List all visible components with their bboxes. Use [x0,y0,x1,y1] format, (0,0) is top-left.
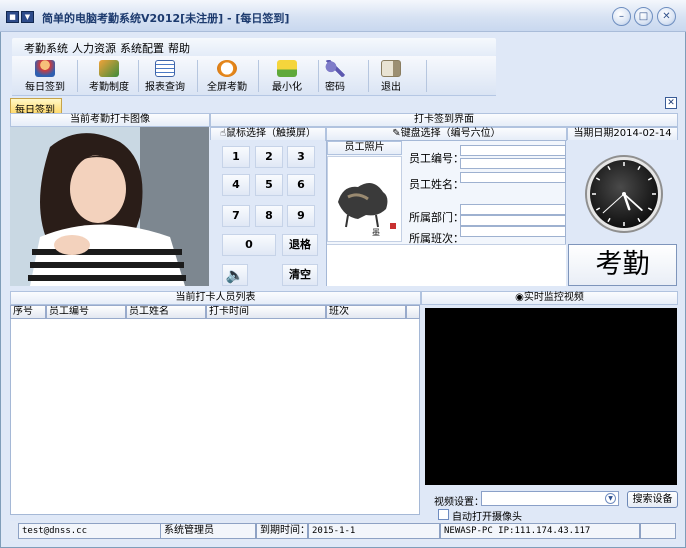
svg-text:墨: 墨 [372,228,380,237]
clock-icon [217,60,237,77]
video-setting-label: 视频设置： [434,497,484,508]
department-field-top [460,204,566,215]
key-4[interactable]: 4 [222,174,250,196]
employee-name-label: 员工姓名： [409,178,464,191]
key-7[interactable]: 7 [222,205,250,227]
toolbar-report-query-button[interactable]: 报表查询 [136,58,194,94]
col-shift[interactable]: 班次 [326,305,406,319]
live-video [425,308,677,485]
video-header: ◉实时监控视频 [421,291,678,305]
backspace-button[interactable]: 退格 [282,234,318,256]
toolbar-label: 退出 [381,82,401,93]
key-icon [325,60,345,77]
employee-photo-title: 员工照片 [327,141,402,155]
shift-field[interactable] [460,226,566,237]
attendance-button[interactable]: 考勤 [568,244,677,286]
user-checkin-icon [35,60,55,77]
maximize-button[interactable]: □ [634,7,653,26]
status-bar: test@dnss.cc 系统管理员 到期时间： 2015-1-1 NEWASP… [10,521,678,541]
analog-clock-icon [585,155,663,233]
close-button[interactable]: ✕ [657,7,676,26]
pencil-icon: ✎ [392,128,401,139]
keyboard-select-header: ✎键盘选择（编号六位） [326,127,567,141]
toolbar-attendance-rules-button[interactable]: 考勤制度 [80,58,138,94]
checkin-section-title: 打卡签到界面 [210,113,678,127]
checkin-list[interactable] [10,305,420,515]
key-6[interactable]: 6 [287,174,315,196]
current-date: 当期日期2014-02-14 [567,127,678,141]
photo-section-title: 当前考勤打卡图像 [10,113,210,127]
key-1[interactable]: 1 [222,146,250,168]
employee-id-field[interactable] [460,158,566,169]
title-bar: ■ ▼ 简单的电脑考勤系统V2012[未注册] - [每日签到] – □ ✕ [0,0,686,32]
minimize-down-icon [277,60,297,77]
toolbar-label: 全屏考勤 [207,82,247,93]
status-email: test@dnss.cc [18,523,168,539]
menu-system-config[interactable]: 系统配置 [120,40,164,56]
key-0[interactable]: 0 [222,234,276,256]
toolbar-label: 每日签到 [25,82,65,93]
key-5[interactable]: 5 [255,174,283,196]
clear-button[interactable]: 清空 [282,264,318,286]
employee-name-field[interactable] [460,172,566,183]
menu-help[interactable]: 帮助 [168,40,190,56]
video-device-select[interactable]: ▼ [481,491,619,506]
col-employee-name[interactable]: 员工姓名 [126,305,206,319]
rules-icon [99,60,119,77]
key-3[interactable]: 3 [287,146,315,168]
mouse-select-label: 鼠标选择（触摸屏） [226,128,317,139]
toolbar: 每日签到 考勤制度 报表查询 全屏考勤 最小化 密码 退出 [12,56,496,96]
toolbar-label: 报表查询 [145,82,185,93]
toolbar-label: 考勤制度 [89,82,129,93]
status-host: NEWASP-PC IP:111.174.43.117 [440,523,640,539]
list-title: 当前打卡人员列表 [10,291,421,305]
message-area [327,244,566,286]
exit-door-icon [381,60,401,77]
key-8[interactable]: 8 [255,205,283,227]
window-title: 简单的电脑考勤系统V2012[未注册] - [每日签到] [42,12,290,25]
toolbar-fullscreen-attendance-button[interactable]: 全屏考勤 [198,58,256,94]
ink-painting-icon: 墨 [328,157,401,241]
numeric-keypad: 1 2 3 4 5 6 7 8 9 0 退格 🔈 清空 [210,140,325,286]
toolbar-exit-button[interactable]: 退出 [362,58,420,94]
department-field[interactable] [460,215,566,226]
tab-close-icon[interactable]: ✕ [665,97,677,109]
menu-bar: 考勤系统 人力资源 系统配置 帮助 [12,38,496,56]
status-expire-label: 到期时间： [256,523,308,539]
report-icon [155,60,175,77]
list-header: 序号 员工编号 员工姓名 打卡时间 班次 [10,305,420,319]
department-label: 所属部门： [409,211,464,224]
minimize-button[interactable]: – [612,7,631,26]
video-title: 实时监控视频 [523,292,584,303]
toolbar-daily-checkin-button[interactable]: 每日签到 [16,58,74,94]
col-checkin-time[interactable]: 打卡时间 [206,305,326,319]
auto-open-camera-checkbox[interactable] [438,509,449,520]
status-extra [640,523,676,539]
col-filler [406,305,420,319]
employee-id-field-top [460,145,566,156]
search-device-button[interactable]: 搜索设备 [627,491,678,508]
col-seq[interactable]: 序号 [10,305,46,319]
status-role: 系统管理员 [160,523,256,539]
chevron-down-icon[interactable]: ▼ [605,493,616,504]
app-restore-icon[interactable]: ▼ [21,11,34,23]
person-photo-icon [10,127,209,286]
employee-photo: 墨 [327,156,402,242]
checkin-camera-image [10,127,209,286]
radio-icon: ◉ [515,292,524,303]
toolbar-password-button[interactable]: 密码 [306,58,364,94]
employee-id-label: 员工编号： [409,152,464,165]
speaker-icon[interactable]: 🔈 [222,264,248,286]
menu-attendance-system[interactable]: 考勤系统 [24,40,68,56]
keyboard-select-label: 键盘选择（编号六位） [400,128,501,139]
menu-human-resources[interactable]: 人力资源 [72,40,116,56]
status-expire-value: 2015-1-1 [308,523,440,539]
toolbar-label: 密码 [325,82,345,93]
app-menu-icon[interactable]: ■ [6,11,19,23]
col-employee-id[interactable]: 员工编号 [46,305,126,319]
mouse-select-header: ☝鼠标选择（触摸屏） [210,127,326,141]
key-9[interactable]: 9 [287,205,315,227]
key-2[interactable]: 2 [255,146,283,168]
